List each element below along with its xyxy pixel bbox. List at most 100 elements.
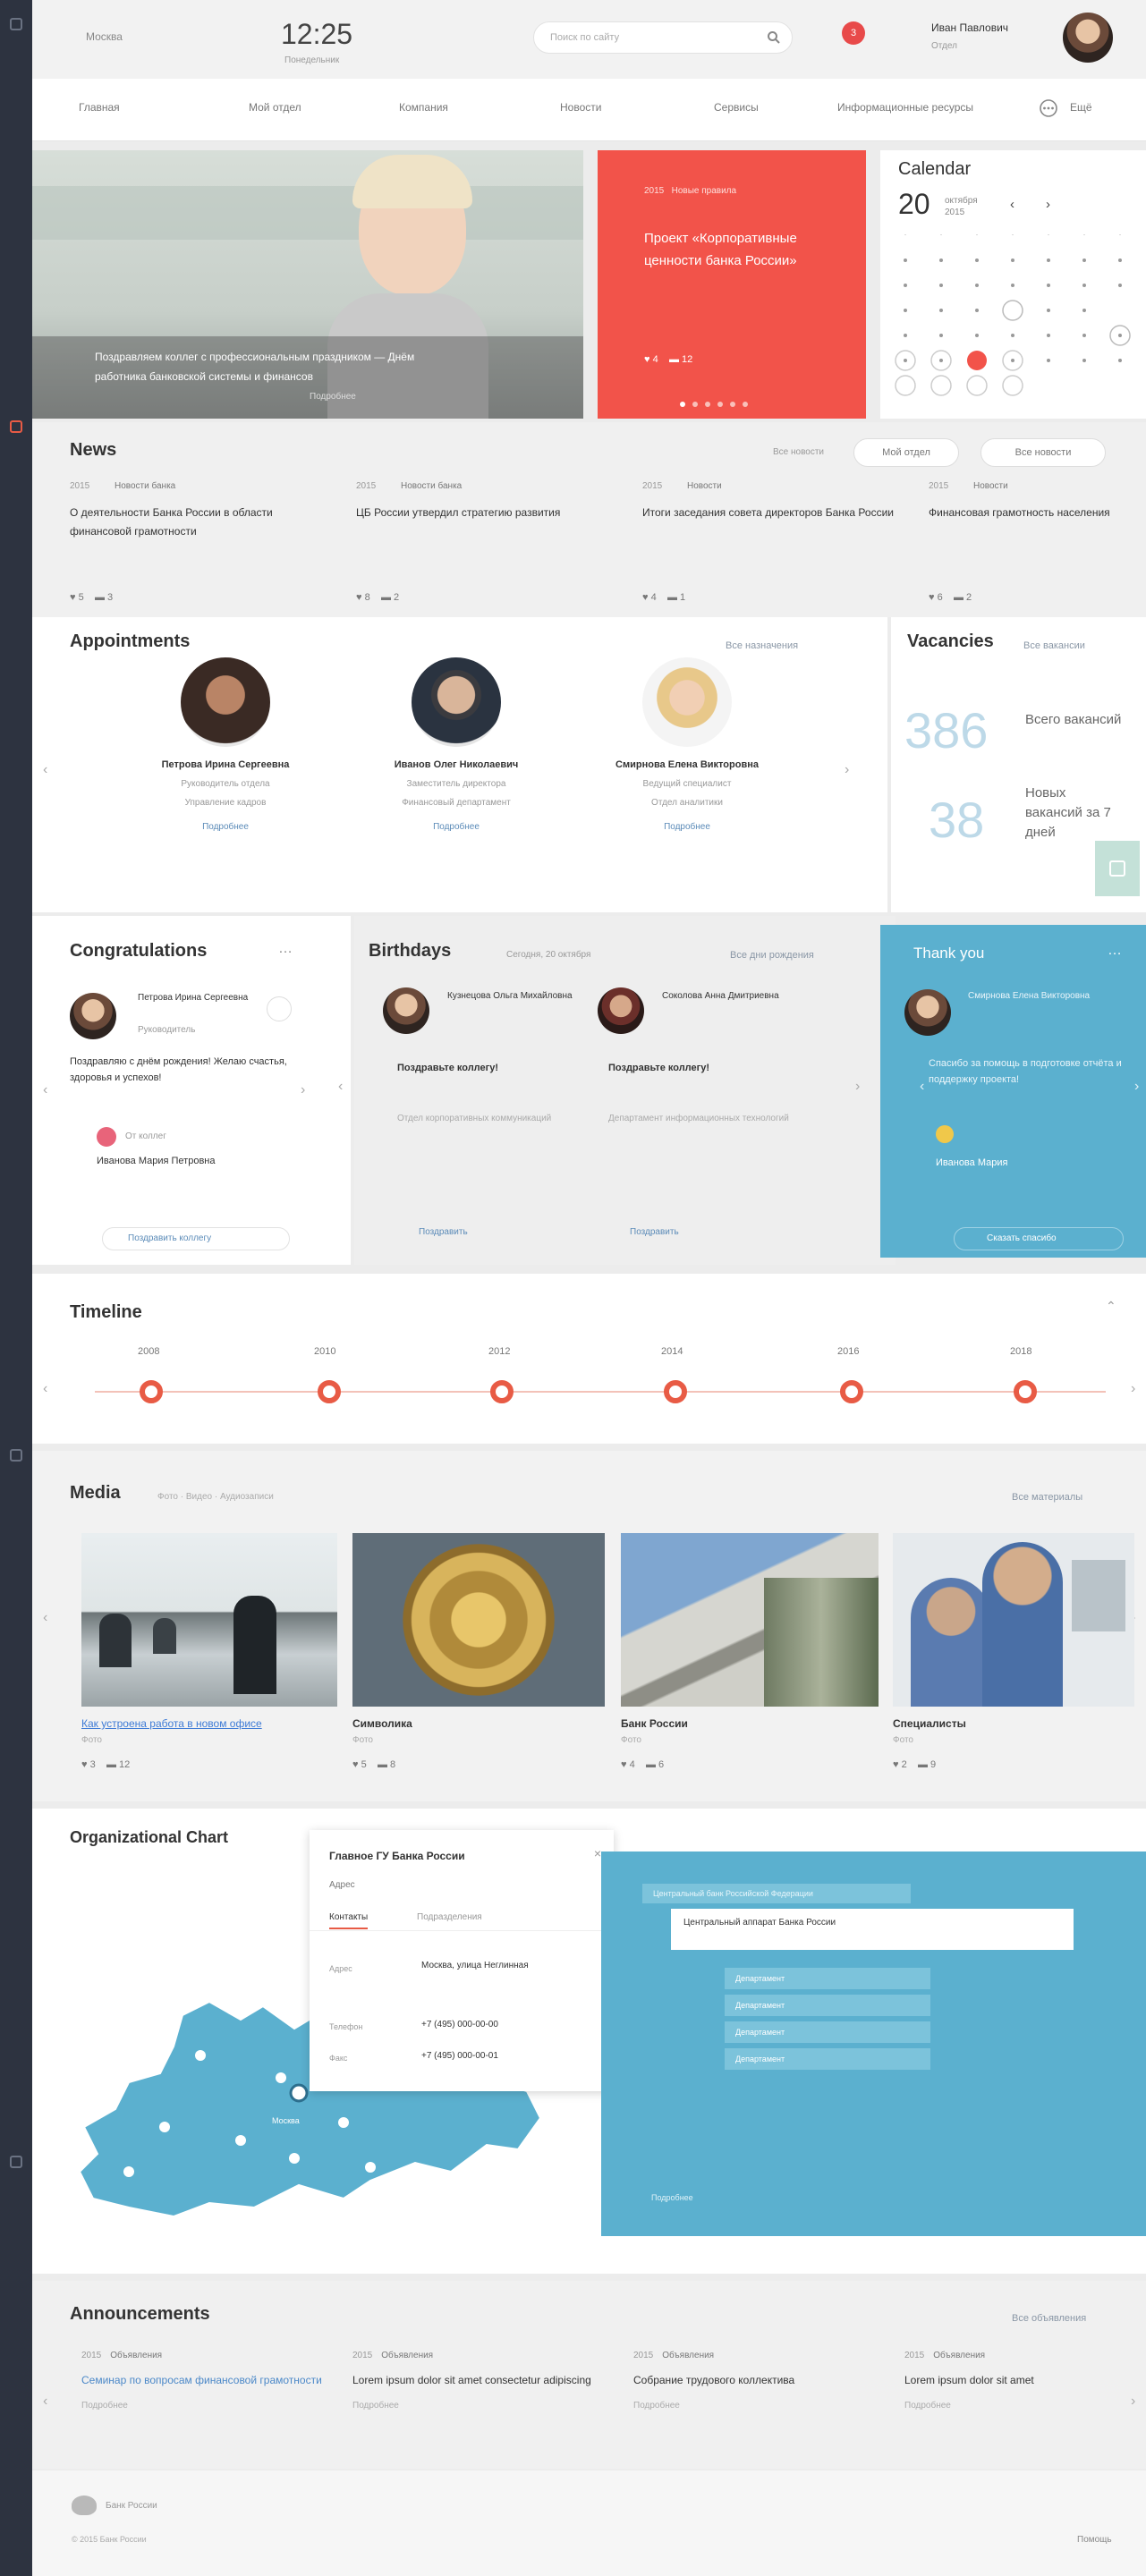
thankyou-menu-icon[interactable]: … <box>1108 943 1122 959</box>
my-department-button[interactable]: Мой отдел <box>853 438 959 467</box>
news-item[interactable]: 2015 Новости Итоги заседания совета дирек… <box>642 481 902 522</box>
nav-item-news[interactable]: Новости <box>560 101 601 114</box>
all-announcements-link[interactable]: Все объявления <box>1012 2313 1086 2324</box>
media-tabs[interactable]: Фото · Видео · Аудиозаписи <box>157 1492 274 1502</box>
appointments-next-icon[interactable]: › <box>845 762 849 778</box>
hero-banner[interactable]: Поздравляем коллег с профессиональным пр… <box>32 150 583 419</box>
heart-icon[interactable]: ♥ <box>644 354 650 365</box>
calendar-title: Calendar <box>898 159 972 179</box>
news-item[interactable]: 2015 Новости банка ЦБ России утвердил стр… <box>356 481 615 522</box>
appointments-prev-icon[interactable]: ‹ <box>43 762 47 778</box>
media-prev-icon[interactable]: ‹ <box>43 1610 47 1626</box>
appointment-photo <box>412 657 501 747</box>
announcement-item[interactable]: 2015 Объявления Lorem ipsum dolor sit ame… <box>352 2351 612 2411</box>
announcements-prev-icon[interactable]: ‹ <box>43 2394 47 2410</box>
congratulations-menu-icon[interactable]: … <box>278 941 293 957</box>
all-news-button[interactable]: Все новости <box>980 438 1106 467</box>
all-vacancies-link[interactable]: Все вакансии <box>1023 640 1085 651</box>
nav-item-more[interactable]: Ещё <box>1070 101 1092 114</box>
svg-text:·: · <box>904 230 907 239</box>
timeline-dot[interactable] <box>1014 1380 1037 1403</box>
menu-icon[interactable] <box>10 18 22 30</box>
timeline-dot[interactable] <box>840 1380 863 1403</box>
timeline-year: 2016 <box>837 1346 860 1357</box>
appointment-card[interactable]: Петрова Ирина Сергеевна Руководитель отд… <box>132 657 319 832</box>
settings-icon[interactable] <box>10 2156 22 2168</box>
birthdays-prev-icon[interactable]: ‹ <box>338 1079 343 1095</box>
folder-icon[interactable] <box>10 1449 22 1462</box>
timeline-dot[interactable] <box>664 1380 687 1403</box>
timeline-dot[interactable] <box>318 1380 341 1403</box>
thankyou-next-icon[interactable]: › <box>1134 1079 1139 1095</box>
timeline-prev-icon[interactable]: ‹ <box>43 1381 47 1397</box>
congrats-next-icon[interactable]: › <box>301 1082 305 1098</box>
congrats-prev-icon[interactable]: ‹ <box>43 1082 47 1098</box>
congratulate-button[interactable]: Поздравить коллегу <box>102 1227 290 1250</box>
announcement-item[interactable]: 2015 Объявления Собрание трудового коллек… <box>633 2351 893 2411</box>
comment-icon[interactable]: ▬ <box>669 354 679 365</box>
appointment-card[interactable]: Смирнова Елена Викторовна Ведущий специа… <box>593 657 781 832</box>
appointments-title: Appointments <box>70 631 191 651</box>
news-item[interactable]: 2015 Новости Финансовая грамотность насел… <box>929 481 1134 522</box>
birthdays-next-icon[interactable]: › <box>855 1079 860 1095</box>
announcements-next-icon[interactable]: › <box>1131 2394 1135 2410</box>
tab-contacts[interactable]: Контакты <box>329 1912 369 1929</box>
timeline-dot[interactable] <box>140 1380 163 1403</box>
org-chart-node[interactable]: Департамент <box>725 2021 930 2043</box>
search-icon[interactable] <box>767 30 781 45</box>
calendar-prev-icon[interactable]: ‹ <box>1010 197 1014 212</box>
org-chart-root[interactable]: Центральный аппарат Банка России <box>671 1909 1074 1950</box>
thankyou-prev-icon[interactable]: ‹ <box>920 1079 924 1095</box>
timeline-collapse-icon[interactable]: ⌃ <box>1106 1299 1116 1314</box>
all-birthdays-link[interactable]: Все дни рождения <box>730 950 814 961</box>
clock-date: Понедельник <box>284 55 340 65</box>
media-item[interactable]: Банк России Фото ♥ 4 ▬ 6 <box>621 1533 879 1770</box>
org-chart-node[interactable]: Департамент <box>725 1995 930 2016</box>
promo-card[interactable]: 2015 Новые правила Проект «Корпоративные… <box>598 150 866 419</box>
nav-item-company[interactable]: Компания <box>399 101 448 114</box>
appointment-photo <box>181 657 270 747</box>
media-item[interactable]: Символика Фото ♥ 5 ▬ 8 <box>352 1533 605 1770</box>
news-filter[interactable]: Все новости <box>773 447 824 457</box>
all-appointments-link[interactable]: Все назначения <box>726 640 798 651</box>
nav-item-services[interactable]: Сервисы <box>714 101 759 114</box>
announcement-item[interactable]: 2015 Объявления Семинар по вопросам финан… <box>81 2351 341 2411</box>
user-avatar[interactable] <box>1063 13 1113 63</box>
more-icon[interactable] <box>1039 98 1058 118</box>
footer-help-link[interactable]: Помощь <box>1077 2535 1112 2545</box>
all-media-link[interactable]: Все материалы <box>1012 1492 1082 1503</box>
timeline-next-icon[interactable]: › <box>1131 1381 1135 1397</box>
notification-badge[interactable]: 3 <box>842 21 865 45</box>
appointment-card[interactable]: Иванов Олег Николаевич Заместитель дирек… <box>362 657 550 832</box>
congrats-like-button[interactable] <box>267 996 292 1021</box>
org-chart-node[interactable]: Департамент <box>725 1968 930 1989</box>
thankyou-avatar[interactable] <box>904 989 951 1036</box>
media-item[interactable]: Специалисты Фото ♥ 2 ▬ 9 <box>893 1533 1134 1770</box>
timeline-dot[interactable] <box>490 1380 514 1403</box>
smile-icon <box>936 1125 954 1143</box>
media-item[interactable]: Как устроена работа в новом офисе Фото ♥… <box>81 1533 337 1770</box>
promo-title: Проект «Корпоративные ценности банка Рос… <box>644 231 797 268</box>
calendar-next-icon[interactable]: › <box>1046 197 1050 212</box>
close-icon[interactable]: × <box>594 1846 601 1860</box>
footer <box>32 2470 1146 2576</box>
map-label: Москва <box>272 2116 300 2125</box>
nav-item-resources[interactable]: Информационные ресурсы <box>837 101 973 114</box>
home-icon[interactable] <box>10 420 22 433</box>
user-name[interactable]: Иван Павлович <box>931 21 1008 34</box>
tab-units[interactable]: Подразделения <box>417 1912 482 1922</box>
thank-button[interactable]: Сказать спасибо <box>954 1227 1124 1250</box>
org-chart-link[interactable]: Подробнее <box>651 2193 693 2202</box>
org-chart-node[interactable]: Департамент <box>725 2048 930 2070</box>
congrats-avatar[interactable] <box>70 993 116 1039</box>
vacancies-action-button[interactable] <box>1095 841 1140 896</box>
news-item[interactable]: 2015 Новости банка О деятельности Банка Р… <box>70 481 329 541</box>
calendar-day: 20 <box>898 188 930 220</box>
announcement-item[interactable]: 2015 Объявления Lorem ipsum dolor sit ame… <box>904 2351 1119 2411</box>
nav-item-department[interactable]: Мой отдел <box>249 101 301 114</box>
search-input[interactable]: Поиск по сайту <box>533 21 793 54</box>
timeline-year: 2008 <box>138 1346 160 1357</box>
promo-pager[interactable] <box>680 395 778 407</box>
nav-item-home[interactable]: Главная <box>79 101 120 114</box>
calendar-grid[interactable]: · · · · · · · <box>887 226 1138 414</box>
